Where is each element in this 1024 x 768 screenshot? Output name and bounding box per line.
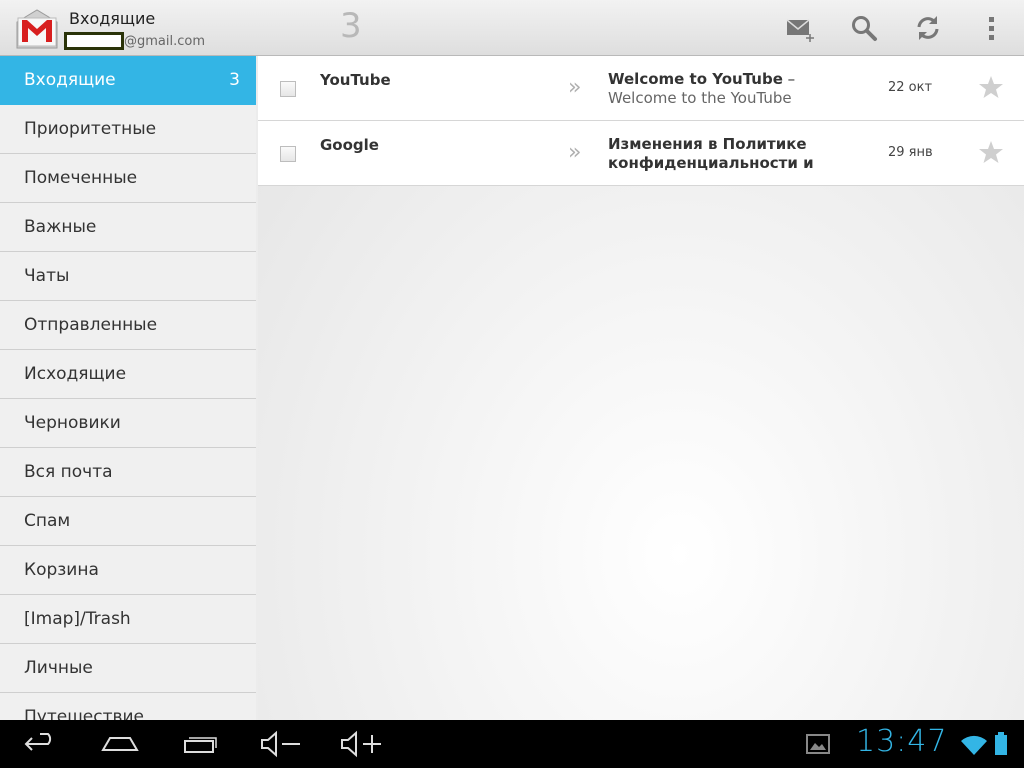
refresh-icon[interactable] <box>912 12 944 44</box>
folder-label: Корзина <box>24 560 99 580</box>
star-icon[interactable] <box>978 139 1004 165</box>
message-date: 29 янв <box>888 145 933 160</box>
folder-label: Исходящие <box>24 364 127 384</box>
status-clock[interactable]: 13:47 <box>856 724 947 759</box>
folder-label: Черновики <box>24 413 121 433</box>
importance-marker-icon[interactable]: » <box>568 140 582 165</box>
message-snippet: Welcome to the YouTube <box>608 89 792 107</box>
message-subject-block: Изменения в Политике конфиденциальности … <box>608 135 838 173</box>
message-subject: Изменения в Политике конфиденциальности … <box>608 135 814 172</box>
folder-chats[interactable]: Чаты <box>0 252 256 301</box>
message-separator: – <box>782 70 796 88</box>
folder-label: Приоритетные <box>24 119 157 139</box>
message-subject: Welcome to YouTube <box>608 70 783 88</box>
page-title: Входящие <box>69 9 156 28</box>
folder-important[interactable]: Важные <box>0 203 256 252</box>
redacted-account-name <box>64 32 124 50</box>
folder-starred[interactable]: Помеченные <box>0 154 256 203</box>
message-checkbox[interactable] <box>280 81 296 97</box>
folder-label: Путешествие <box>24 707 144 720</box>
folder-spam[interactable]: Спам <box>0 497 256 546</box>
folder-inbox[interactable]: Входящие 3 <box>0 56 256 105</box>
action-bar: Входящие @gmail.com 3 <box>0 0 1024 56</box>
recent-apps-icon[interactable] <box>182 728 220 760</box>
account-email-suffix: @gmail.com <box>124 33 206 49</box>
folder-label: Важные <box>24 217 97 237</box>
folder-label: Чаты <box>24 266 70 286</box>
overflow-menu-icon[interactable] <box>976 12 1008 44</box>
folder-sidebar: Входящие 3 Приоритетные Помеченные Важны… <box>0 56 256 720</box>
folder-label: Входящие <box>24 70 116 90</box>
home-icon[interactable] <box>100 728 140 760</box>
message-row[interactable]: Google » Изменения в Политике конфиденци… <box>258 121 1024 186</box>
account-row: @gmail.com <box>64 32 206 50</box>
star-icon[interactable] <box>978 74 1004 100</box>
message-list: YouTube » Welcome to YouTube – Welcome t… <box>258 56 1024 720</box>
folder-all-mail[interactable]: Вся почта <box>0 448 256 497</box>
folder-sent[interactable]: Отправленные <box>0 301 256 350</box>
folder-priority[interactable]: Приоритетные <box>0 105 256 154</box>
folder-label: Помеченные <box>24 168 138 188</box>
volume-down-icon[interactable] <box>258 728 304 760</box>
message-checkbox[interactable] <box>280 146 296 162</box>
folder-label: Отправленные <box>24 315 158 335</box>
message-row[interactable]: YouTube » Welcome to YouTube – Welcome t… <box>258 56 1024 121</box>
unread-count: 3 <box>340 6 362 46</box>
folder-label: Вся почта <box>24 462 113 482</box>
message-subject-block: Welcome to YouTube – Welcome to the YouT… <box>608 70 838 108</box>
message-sender: YouTube <box>320 71 391 89</box>
gallery-notification-icon[interactable] <box>806 734 830 756</box>
folder-label: [Imap]/Trash <box>24 609 131 629</box>
folder-label: Спам <box>24 511 71 531</box>
system-navigation-bar: 13:47 <box>0 720 1024 768</box>
folder-trash[interactable]: Корзина <box>0 546 256 595</box>
folder-travel[interactable]: Путешествие <box>0 693 256 720</box>
wifi-icon <box>961 735 987 755</box>
folder-imap-trash[interactable]: [Imap]/Trash <box>0 595 256 644</box>
importance-marker-icon[interactable]: » <box>568 75 582 100</box>
folder-label: Личные <box>24 658 93 678</box>
back-icon[interactable] <box>22 728 60 760</box>
compose-icon[interactable] <box>784 12 816 44</box>
folder-drafts[interactable]: Черновики <box>0 399 256 448</box>
battery-icon <box>995 732 1007 755</box>
folder-personal[interactable]: Личные <box>0 644 256 693</box>
folder-count: 3 <box>229 70 240 90</box>
folder-outbox[interactable]: Исходящие <box>0 350 256 399</box>
gmail-logo-icon[interactable] <box>14 6 60 50</box>
message-date: 22 окт <box>888 80 933 95</box>
message-sender: Google <box>320 136 379 154</box>
search-icon[interactable] <box>848 12 880 44</box>
volume-up-icon[interactable] <box>338 728 384 760</box>
title-block[interactable]: Входящие @gmail.com <box>64 9 206 50</box>
